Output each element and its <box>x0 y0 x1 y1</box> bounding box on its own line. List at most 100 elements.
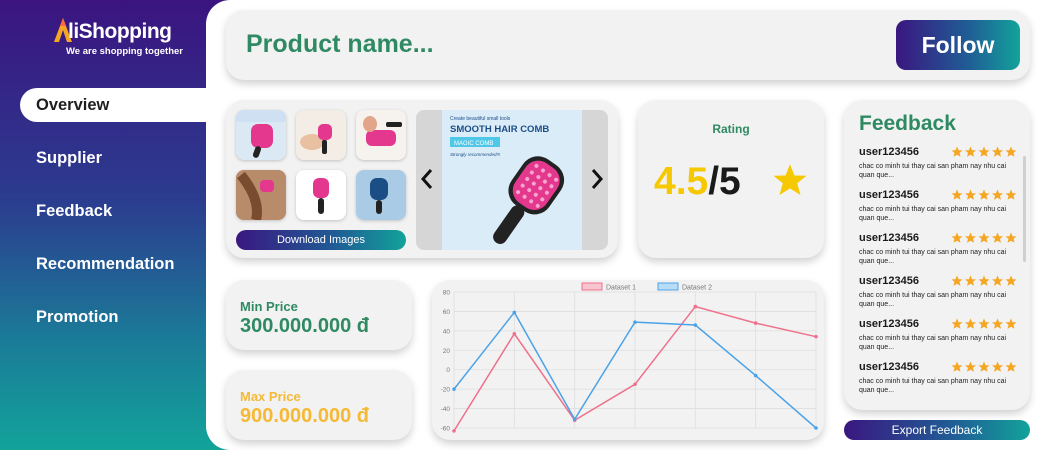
data-point[interactable] <box>693 304 698 309</box>
star-icon <box>965 146 976 157</box>
hair-thumbnail-icon <box>236 170 286 220</box>
follow-button[interactable]: Follow <box>896 20 1020 70</box>
product-name: Product name... <box>246 30 434 58</box>
data-point[interactable] <box>512 310 517 315</box>
star-icon <box>951 189 963 200</box>
star-icon <box>992 318 1003 329</box>
data-point[interactable] <box>633 320 637 324</box>
star-icon <box>978 146 990 157</box>
feedback-user: user123456 <box>859 275 919 287</box>
rating-max: /5 <box>708 160 741 203</box>
data-point[interactable] <box>753 321 758 325</box>
export-feedback-button[interactable]: Export Feedback <box>844 420 1030 440</box>
y-tick-label: 20 <box>443 348 451 355</box>
five-star-rating-icon <box>951 361 1017 372</box>
rating-label: Rating <box>712 122 750 136</box>
rating-card: Rating 4.5/5 <box>638 100 824 258</box>
main-image-viewer: Create beautiful small tools SMOOTH HAIR… <box>416 110 608 250</box>
thumbnail-4[interactable] <box>236 170 286 220</box>
main-image-badge: MAGIC COMB <box>454 141 493 147</box>
star-icon <box>978 232 990 243</box>
min-price-value: 300.000.000 đ <box>240 315 369 337</box>
logo-text: liShopping <box>68 20 172 43</box>
feedback-scrollbar[interactable] <box>1023 156 1026 262</box>
feedback-text: chac co minh tui thay cai san pham nay n… <box>859 378 1007 394</box>
star-icon <box>965 361 976 372</box>
star-icon <box>1005 232 1017 243</box>
line-chart: Dataset 1 Dataset 2 80 60 40 20 0 -20 -40 -60 <box>441 282 818 433</box>
sidebar-item-recommendation[interactable]: Recommendation <box>0 247 230 281</box>
download-images-button[interactable]: Download Images <box>236 230 406 250</box>
main-image-note: Strongly recommended!!! <box>450 152 501 157</box>
data-point[interactable] <box>633 382 637 387</box>
legend-label[interactable]: Dataset 1 <box>606 285 636 292</box>
thumbnail-5[interactable] <box>296 170 346 220</box>
feedback-user: user123456 <box>859 318 919 330</box>
rating-value: 4.5/5 <box>654 160 741 204</box>
sidebar: liShopping We are shopping together Over… <box>0 0 230 450</box>
star-icon <box>1005 318 1017 329</box>
thumbnail-6[interactable] <box>356 170 406 220</box>
brand-logo[interactable]: liShopping We are shopping together <box>52 16 184 60</box>
data-point[interactable] <box>452 387 456 391</box>
legend-swatch[interactable] <box>657 282 679 291</box>
feedback-item: user123456 chac co minh tui thay cai san… <box>859 359 1021 402</box>
max-price-card: Max Price 900.000.000 đ <box>226 370 412 440</box>
star-icon <box>1005 146 1017 157</box>
feedback-text: chac co minh tui thay cai san pham nay n… <box>859 206 1007 222</box>
data-point[interactable] <box>814 426 818 430</box>
star-icon <box>951 232 963 243</box>
sidebar-item-feedback[interactable]: Feedback <box>0 194 230 228</box>
thumbnail-1[interactable] <box>236 110 286 160</box>
feedback-text: chac co minh tui thay cai san pham nay n… <box>859 163 1007 179</box>
y-tick-label: 80 <box>443 290 451 297</box>
product-header: Product name... Follow <box>226 10 1030 80</box>
data-point[interactable] <box>452 429 456 433</box>
feedback-user: user123456 <box>859 189 919 201</box>
thumbnail-3[interactable] <box>356 110 406 160</box>
max-price-value: 900.000.000 đ <box>240 405 369 427</box>
five-star-rating-icon <box>951 232 1017 243</box>
feedback-item: user123456 chac co minh tui thay cai san… <box>859 230 1021 273</box>
product-images-card: Download Images Create beautiful small t… <box>226 100 618 258</box>
logo-tagline: We are shopping together <box>66 46 184 57</box>
main-product-image: Create beautiful small tools SMOOTH HAIR… <box>442 110 582 250</box>
star-icon <box>992 361 1003 372</box>
star-icon <box>965 232 976 243</box>
thumbnail-2[interactable] <box>296 110 346 160</box>
y-tick-label: -60 <box>441 426 451 433</box>
feedback-item: user123456 chac co minh tui thay cai san… <box>859 144 1021 187</box>
comb-front-thumbnail-icon <box>313 178 329 214</box>
legend-label[interactable]: Dataset 2 <box>682 285 712 292</box>
bristle-thumbnail-icon <box>363 116 402 146</box>
sidebar-item-supplier[interactable]: Supplier <box>0 141 230 175</box>
data-point[interactable] <box>572 417 577 422</box>
comb-side-thumbnail-icon <box>356 170 406 220</box>
data-point[interactable] <box>693 323 698 327</box>
data-point[interactable] <box>753 373 758 378</box>
max-price-label: Max Price <box>240 389 301 404</box>
star-icon <box>965 189 976 200</box>
star-icon <box>951 146 963 157</box>
hand-comb-thumbnail-icon <box>300 124 332 154</box>
star-icon <box>773 164 807 195</box>
legend-swatch[interactable] <box>581 282 603 291</box>
data-point[interactable] <box>814 334 818 339</box>
feedback-item: user123456 chac co minh tui thay cai san… <box>859 316 1021 359</box>
data-point[interactable] <box>512 331 517 336</box>
chevron-right-icon[interactable] <box>588 166 606 192</box>
y-tick-label: 40 <box>443 328 451 335</box>
five-star-rating-icon <box>951 189 1017 200</box>
sidebar-item-overview[interactable]: Overview <box>20 88 206 122</box>
star-icon <box>992 146 1003 157</box>
chevron-left-icon[interactable] <box>418 166 436 192</box>
feedback-user: user123456 <box>859 146 919 158</box>
feedback-list[interactable]: user123456 chac co minh tui thay cai san… <box>859 144 1021 402</box>
feedback-item: user123456 chac co minh tui thay cai san… <box>859 273 1021 316</box>
star-icon <box>965 318 976 329</box>
star-icon <box>978 275 990 286</box>
five-star-rating-icon <box>951 146 1017 157</box>
five-star-rating-icon <box>951 318 1017 329</box>
sidebar-item-promotion[interactable]: Promotion <box>0 300 230 334</box>
chart-card: Dataset 1 Dataset 2 80 60 40 20 0 -20 -40 -60 <box>432 280 824 440</box>
